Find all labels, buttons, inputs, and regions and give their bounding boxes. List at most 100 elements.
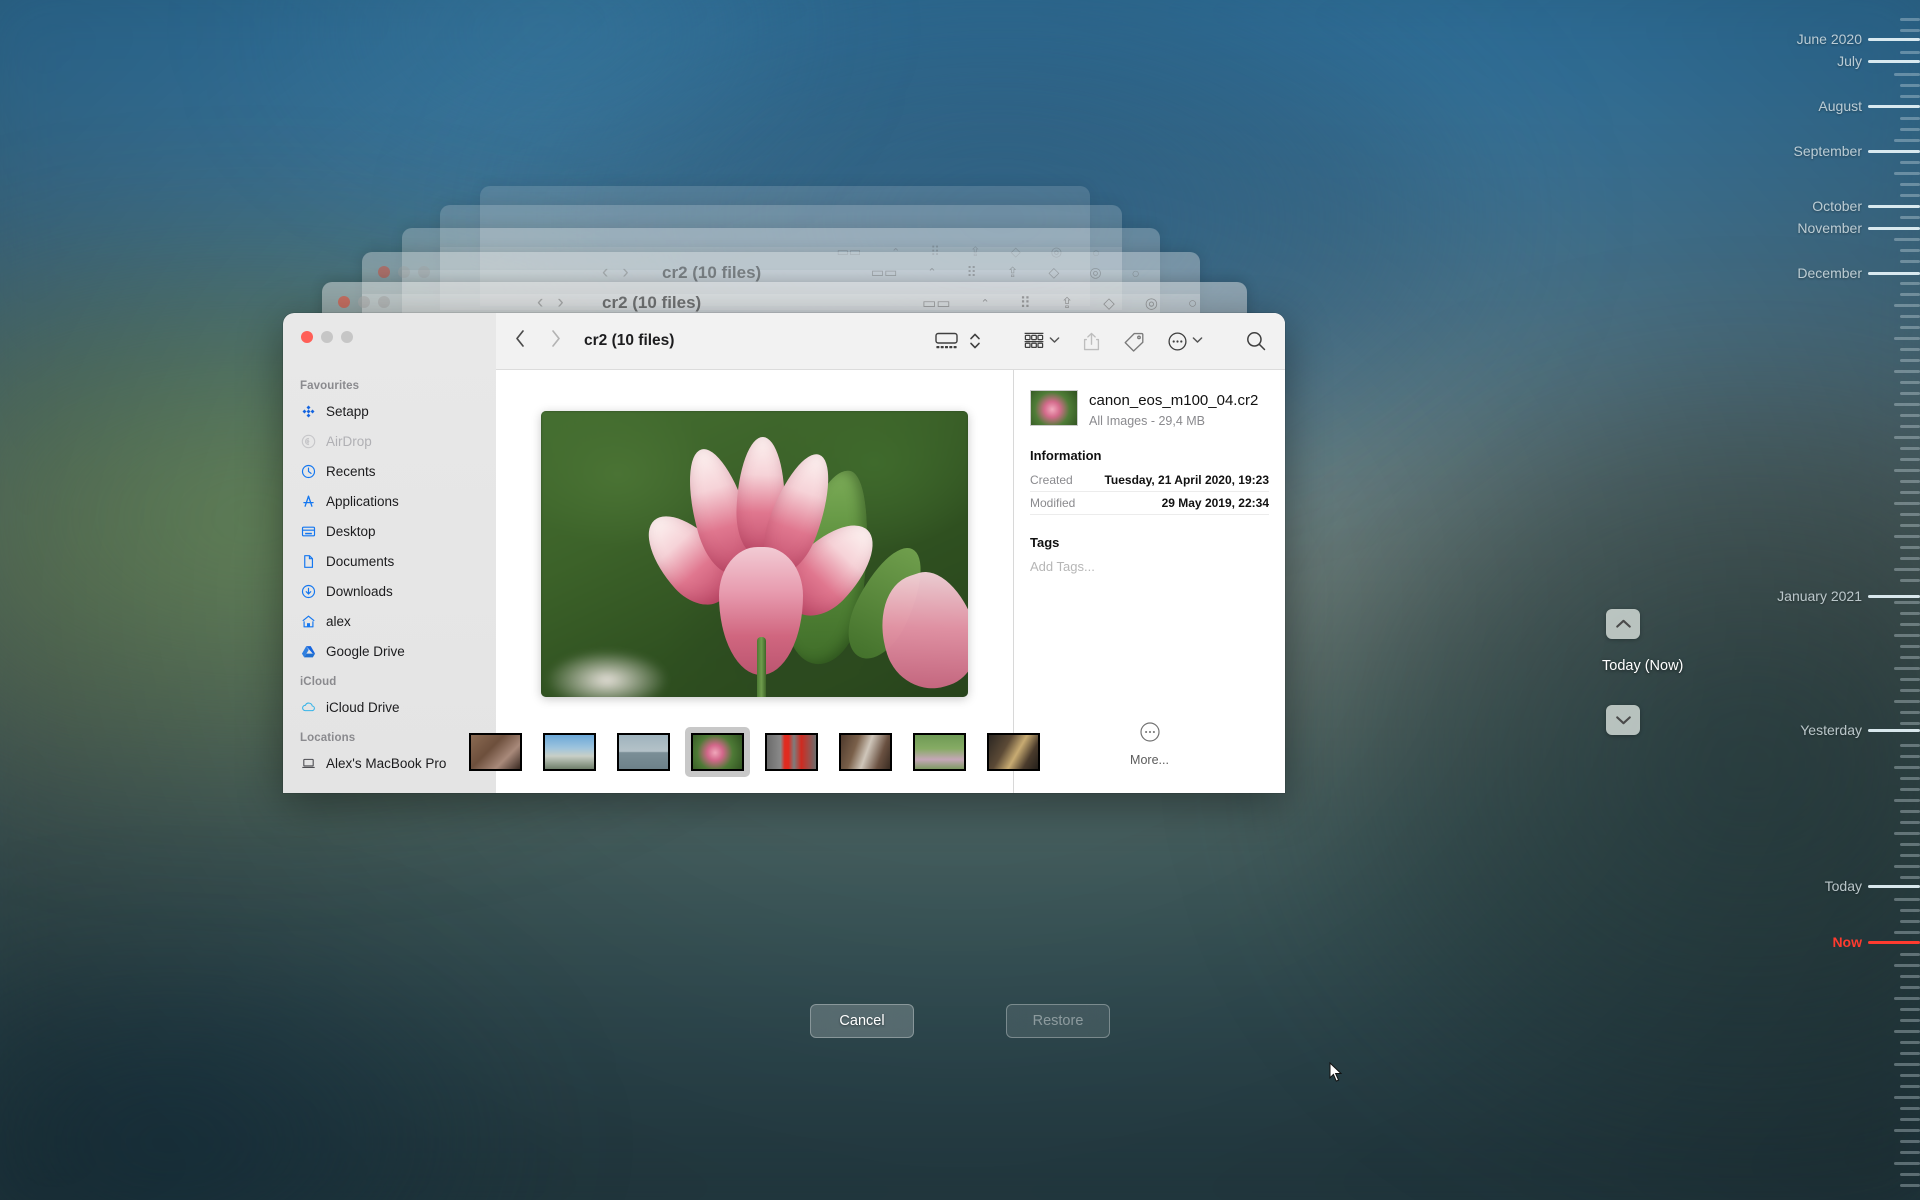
thumbnail-image: [839, 733, 892, 771]
more-button-label: More...: [1130, 753, 1169, 767]
sidebar-item-label: Applications: [326, 493, 399, 509]
gallery-view-icon[interactable]: [934, 331, 959, 351]
airdrop-icon: [300, 433, 317, 450]
sidebar-item-applications[interactable]: Applications: [283, 486, 496, 516]
cancel-button[interactable]: Cancel: [810, 1004, 914, 1038]
thumbnail-item-doorway[interactable]: [833, 727, 898, 777]
thumbnail-item-color-chart[interactable]: [537, 727, 602, 777]
group-grid-icon[interactable]: [1023, 331, 1060, 351]
thumbnail-image: [617, 733, 670, 771]
file-subtitle: All Images - 29,4 MB: [1089, 414, 1206, 429]
ghost-traffic-lights[interactable]: [378, 266, 430, 278]
sidebar-item-setapp[interactable]: Setapp: [283, 396, 496, 426]
share-icon[interactable]: [1082, 331, 1101, 352]
chevron-left-icon[interactable]: [514, 329, 526, 353]
desktop-icon: [300, 523, 317, 540]
preview-foreground-blur: [547, 650, 667, 697]
thumbnail-item-interior-room[interactable]: [463, 727, 528, 777]
add-tags-field[interactable]: Add Tags...: [1030, 556, 1269, 577]
sidebar-item-label: AirDrop: [326, 433, 372, 449]
sidebar-item-documents[interactable]: Documents: [283, 546, 496, 576]
finder-content: cr2 (10 files) canon_eos_m100_04.cr2 All…: [469, 313, 1285, 793]
ghost-toolbar-icons: ▭▭⌃ ⠿⇪ ◇◎ ○: [870, 264, 1140, 281]
ghost-title: cr2 (10 files): [602, 293, 702, 312]
clock-icon: [300, 463, 317, 480]
home-icon: [300, 613, 317, 630]
search-icon[interactable]: [1245, 330, 1267, 352]
sidebar-item-label: Downloads: [326, 583, 393, 599]
info-header: canon_eos_m100_04.cr2 All Images - 29,4 …: [1030, 390, 1269, 428]
sidebar-item-label: Recents: [326, 463, 376, 479]
info-row-value: Tuesday, 21 April 2020, 19:23: [1104, 473, 1269, 488]
thumbnail-image: [691, 733, 744, 771]
window-traffic-lights[interactable]: [301, 331, 353, 343]
sort-updown-icon[interactable]: [969, 331, 981, 351]
minimize-button[interactable]: [321, 331, 333, 343]
action-bar: Cancel Restore: [0, 1004, 1920, 1038]
preview-stem: [757, 636, 766, 697]
sidebar-item-label: Google Drive: [326, 643, 405, 659]
thumbnail-item-seascape[interactable]: [611, 727, 676, 777]
maximize-button[interactable]: [341, 331, 353, 343]
thumbnail-image: [987, 733, 1040, 771]
finder-window: Favourites Setapp AirDrop Recents Applic…: [283, 313, 1285, 793]
ghost-nav-chevrons: ‹›: [602, 262, 643, 283]
applications-icon: [300, 493, 317, 510]
thumbnail-item-pink-lily[interactable]: [685, 727, 750, 777]
tag-icon[interactable]: [1123, 331, 1145, 352]
chevron-down-icon[interactable]: [1049, 336, 1060, 347]
document-icon: [300, 553, 317, 570]
thumbnail-item-garden-statue[interactable]: [907, 727, 972, 777]
information-heading: Information: [1030, 448, 1102, 464]
sidebar-item-google-drive[interactable]: Google Drive: [283, 636, 496, 666]
sidebar-item-airdrop[interactable]: AirDrop: [283, 426, 496, 456]
info-row-created: Created Tuesday, 21 April 2020, 19:23: [1030, 469, 1269, 493]
ellipsis-circle-icon[interactable]: [1167, 331, 1203, 352]
toolbar-tools: [934, 330, 1267, 352]
sidebar-item-icloud-drive[interactable]: iCloud Drive: [283, 692, 496, 722]
ellipsis-circle-icon: [1139, 721, 1161, 748]
ghost-nav-chevrons: ‹›: [537, 292, 578, 313]
timeline-next-backup-button[interactable]: [1606, 705, 1640, 735]
sidebar-item-desktop[interactable]: Desktop: [283, 516, 496, 546]
mouse-cursor: [1329, 1062, 1343, 1082]
info-row-key: Created: [1030, 473, 1073, 488]
file-name: canon_eos_m100_04.cr2: [1089, 392, 1259, 409]
thumbnail-image: [913, 733, 966, 771]
info-row-modified: Modified 29 May 2019, 22:34: [1030, 492, 1269, 516]
sidebar-item-recents[interactable]: Recents: [283, 456, 496, 486]
chevron-down-icon[interactable]: [1192, 336, 1203, 347]
sidebar-item-downloads[interactable]: Downloads: [283, 576, 496, 606]
sidebar-item-label: iCloud Drive: [326, 699, 400, 715]
sidebar-item-label: Alex's MacBook Pro: [326, 755, 447, 771]
ghost-title: cr2 (10 files): [662, 263, 762, 282]
chevron-right-icon[interactable]: [550, 329, 562, 353]
info-panel: canon_eos_m100_04.cr2 All Images - 29,4 …: [1013, 370, 1285, 793]
sidebar-item-alex-home[interactable]: alex: [283, 606, 496, 636]
finder-toolbar: cr2 (10 files): [496, 313, 1285, 370]
sidebar-item-alexs-macbook-pro[interactable]: Alex's MacBook Pro: [283, 748, 496, 778]
cloud-icon: [300, 699, 317, 716]
close-button[interactable]: [301, 331, 313, 343]
thumbnail-item-interior-dark[interactable]: [981, 727, 1046, 777]
restore-button[interactable]: Restore: [1006, 1004, 1110, 1038]
thumbnail-item-phone-booths[interactable]: [759, 727, 824, 777]
sidebar-item-label: alex: [326, 613, 351, 629]
timeline-previous-backup-button[interactable]: [1606, 609, 1640, 639]
content-split: canon_eos_m100_04.cr2 All Images - 29,4 …: [469, 370, 1285, 793]
more-button[interactable]: More...: [1030, 721, 1269, 781]
sidebar-item-label: Desktop: [326, 523, 376, 539]
ghost-traffic-lights[interactable]: [338, 296, 390, 308]
preview-area: [496, 370, 1013, 719]
info-row-key: Modified: [1030, 496, 1076, 511]
file-title-block: canon_eos_m100_04.cr2 All Images - 29,4 …: [1089, 390, 1258, 428]
thumbnail-image: [469, 733, 522, 771]
file-thumbnail: [1030, 390, 1078, 426]
tags-heading: Tags: [1030, 535, 1060, 551]
sidebar-group-icloud-title: iCloud: [300, 676, 337, 688]
sidebar-group-favourites-title: Favourites: [300, 380, 360, 392]
ghost-toolbar-icons: ▭▭⌃ ⠿⇪ ◇◎ ○: [922, 294, 1197, 313]
preview-image-pink-lily[interactable]: [541, 410, 968, 697]
laptop-icon: [300, 755, 317, 772]
info-row-value: 29 May 2019, 22:34: [1161, 496, 1269, 511]
